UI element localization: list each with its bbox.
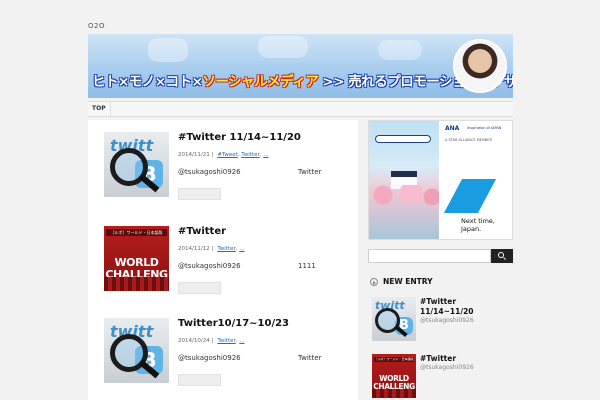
new-entry-item-author: @tsukagoshi0926	[420, 364, 474, 371]
ad-tagline: Inspiration of JAPAN	[467, 126, 502, 130]
global-nav: TOP	[88, 101, 513, 117]
cherry-blossom-image	[369, 185, 439, 205]
ad-copy-line: Japan.	[461, 225, 482, 233]
entry-thumbnail[interactable]: twitt B	[104, 132, 169, 197]
entry-tag-link[interactable]: ...	[239, 246, 244, 252]
puzzle-piece-decoration	[378, 40, 422, 60]
search-form	[368, 249, 513, 263]
new-entry-item-author: @tsukagoshi0926	[420, 317, 474, 324]
entry-thumbnail[interactable]: ［ルポ］ワールド・日本語版 WORLD CHALLENG	[104, 226, 169, 291]
entry-date: 2014/11/12	[178, 246, 210, 252]
ad-copy-line: Next time,	[461, 217, 495, 225]
header-banner[interactable]: ヒト×モノ×コト×ソーシャルメディア >> 売れるプロモーションをデザインする	[88, 34, 513, 98]
entry-meta: 2014/10/24 | Twitter, ...	[178, 338, 245, 344]
search-icon-handle	[503, 257, 506, 260]
entry-excerpt: 1111	[298, 262, 316, 270]
read-more-button[interactable]	[178, 188, 221, 200]
entry-card: twitt B #Twitter 11/14~11/20 2014/11/21 |…	[104, 132, 344, 212]
airplane-image	[375, 135, 431, 143]
entry-date: 2014/11/21	[178, 152, 210, 158]
entry-thumbnail[interactable]: twitt B	[104, 318, 169, 383]
entry-author: @tsukagoshi0926	[178, 262, 241, 270]
banner-headline-people: ヒト×モノ×コト×	[92, 74, 203, 90]
entry-tag-link[interactable]: ...	[263, 152, 268, 158]
ad-arrow-graphic	[443, 179, 497, 213]
new-entry-item-title[interactable]: #Twitter 11/14~11/20	[420, 297, 510, 317]
search-input[interactable]	[368, 249, 491, 263]
entry-author: @tsukagoshi0926	[178, 354, 241, 362]
puzzle-piece-decoration	[258, 36, 308, 58]
banner-headline: ヒト×モノ×コト×ソーシャルメディア >> 売れるプロモーションをデザインする	[92, 70, 513, 90]
ad-photo	[369, 121, 439, 239]
entry-title[interactable]: #Twitter 11/14~11/20	[178, 132, 301, 143]
entry-card: ［ルポ］ワールド・日本語版 WORLD CHALLENG #Twitter 20…	[104, 226, 344, 306]
entry-excerpt: Twitter	[298, 168, 322, 176]
entry-tag-link[interactable]: Twitter	[217, 246, 235, 252]
main-content: twitt B #Twitter 11/14~11/20 2014/11/21 |…	[88, 120, 358, 400]
entry-card: twitt B Twitter10/17~10/23 2014/10/24 | T…	[104, 318, 344, 398]
new-entry-item-title[interactable]: #Twitter	[420, 354, 510, 364]
thumbnail-header-text: ［ルポ］ワールド・日本語版	[374, 357, 414, 362]
read-more-button[interactable]	[178, 374, 221, 386]
entry-excerpt: Twitter	[298, 354, 322, 362]
nav-item-top[interactable]: TOP	[88, 102, 111, 116]
ana-advertisement[interactable]: ANA Inspiration of JAPAN A STAR ALLIANCE…	[368, 120, 513, 240]
ad-brand-logo: ANA	[445, 125, 460, 132]
new-entry-item[interactable]: twitt B #Twitter 11/14~11/20 @tsukagoshi…	[372, 297, 513, 343]
search-button[interactable]	[491, 249, 513, 263]
entry-tag-link[interactable]: Twitter	[241, 152, 259, 158]
new-entry-thumbnail[interactable]: twitt B	[372, 297, 416, 341]
entry-tag-link[interactable]: #Tweet	[217, 152, 237, 158]
crowd-image	[372, 389, 416, 398]
entry-tag-link[interactable]: Twitter	[217, 338, 235, 344]
entry-tag-link[interactable]: ...	[239, 338, 244, 344]
banner-headline-social: ソーシャルメディア	[202, 74, 319, 90]
entry-date: 2014/10/24	[178, 338, 210, 344]
circle-play-icon	[370, 278, 378, 286]
entry-meta: 2014/11/21 | #Tweet, Twitter, ...	[178, 152, 269, 158]
read-more-button[interactable]	[178, 282, 221, 294]
new-entry-title: NEW ENTRY	[383, 277, 433, 286]
author-portrait	[453, 39, 507, 93]
site-label[interactable]: O2O	[88, 22, 105, 30]
entry-meta: 2014/11/12 | Twitter, ...	[178, 246, 245, 252]
crowd-image	[104, 277, 169, 291]
ad-copy: Next time, Japan.	[461, 217, 495, 233]
new-entry-item[interactable]: ［ルポ］ワールド・日本語版 WORLD CHALLENG #Twitter @t…	[372, 354, 513, 400]
new-entry-heading: NEW ENTRY	[368, 275, 513, 289]
puzzle-piece-decoration	[148, 38, 188, 62]
thumbnail-header-text: ［ルポ］ワールド・日本語版	[106, 229, 167, 236]
new-entry-thumbnail[interactable]: ［ルポ］ワールド・日本語版 WORLD CHALLENG	[372, 354, 416, 398]
ad-alliance-text: A STAR ALLIANCE MEMBER	[445, 138, 492, 142]
entry-title[interactable]: Twitter10/17~10/23	[178, 318, 289, 329]
entry-author: @tsukagoshi0926	[178, 168, 241, 176]
entry-title[interactable]: #Twitter	[178, 226, 226, 237]
